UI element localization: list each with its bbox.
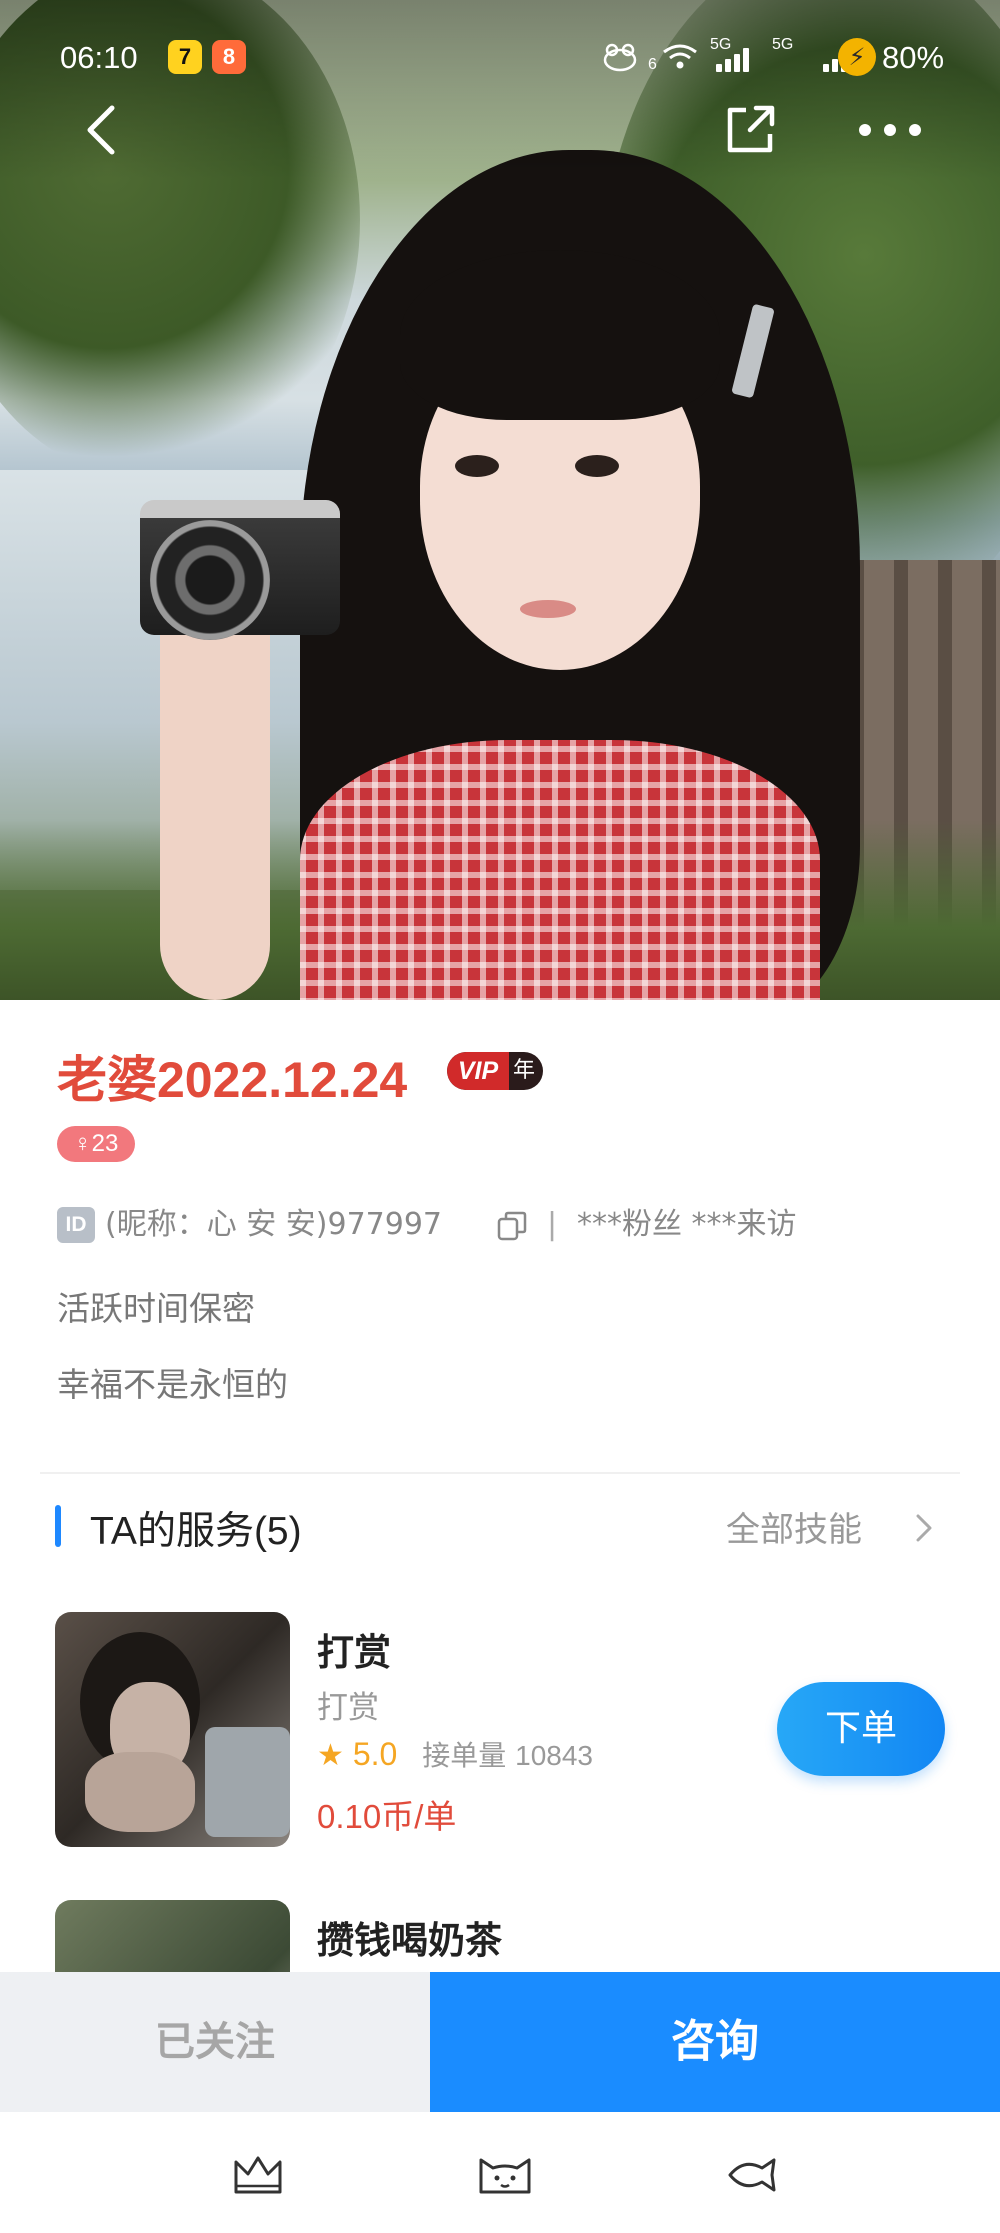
system-nav-bar [0, 2112, 1000, 2233]
network-label: 6 [648, 56, 657, 73]
copy-icon[interactable] [497, 1211, 527, 1241]
top-shade [0, 0, 1000, 180]
fans-visits-text: ***粉丝 ***来访 [577, 1207, 797, 1242]
network-label: 5G [772, 36, 794, 53]
orders-count: 10843 [515, 1740, 593, 1771]
signature-text: 幸福不是永恒的 [57, 1365, 288, 1404]
follow-button[interactable]: 已关注 [0, 1972, 430, 2112]
chevron-right-icon[interactable] [908, 1510, 938, 1546]
vip-badge: VIP 年 [447, 1052, 543, 1090]
service-rating: 5.0 [352, 1736, 398, 1772]
signal-bars-icon [712, 42, 752, 72]
service-item[interactable]: 打赏 打赏 ★ 5.0 接单量 10843 0.10币/单 下单 [55, 1612, 955, 1847]
camera-lens [150, 520, 270, 640]
user-id-text: (昵称：心 安 安)977997 [105, 1207, 443, 1242]
frog-icon [603, 43, 637, 72]
section-accent-bar [55, 1505, 61, 1547]
service-subtitle: 打赏 [317, 1690, 379, 1726]
section-divider [40, 1472, 960, 1474]
app-notification-icon: 8 [212, 40, 246, 74]
more-icon[interactable] [855, 110, 925, 150]
service-stats: ★ 5.0 接单量 10843 [317, 1734, 593, 1774]
status-bar: 06:10 7 8 6 5G 5G ⚡ 80% [0, 30, 1000, 90]
thumb-hand [85, 1752, 195, 1832]
wifi-icon [663, 44, 697, 69]
consult-button[interactable]: 咨询 [430, 1972, 1000, 2112]
cat-face-icon[interactable] [475, 2152, 535, 2198]
order-button[interactable]: 下单 [777, 1682, 945, 1776]
services-title: TA的服务(5) [90, 1510, 302, 1553]
id-tag-icon: ID [57, 1207, 95, 1243]
thumb-phone [205, 1727, 290, 1837]
service-name: 攒钱喝奶茶 [317, 1919, 502, 1962]
id-separator: | [547, 1207, 558, 1242]
all-skills-link[interactable]: 全部技能 [726, 1502, 862, 1551]
portrait-bangs [400, 250, 720, 420]
app-notification-icon: 7 [168, 40, 202, 74]
battery-percent: 80% [882, 40, 945, 75]
service-name: 打赏 [317, 1631, 391, 1674]
status-time: 06:10 [60, 40, 138, 75]
active-time-text: 活跃时间保密 [57, 1289, 255, 1328]
portrait-plaid-shirt [300, 740, 820, 1000]
orders-label: 接单量 [422, 1739, 507, 1772]
portrait-eye-left [455, 455, 499, 477]
crown-icon[interactable] [228, 2152, 288, 2198]
vip-period: 年 [512, 1058, 535, 1083]
share-icon[interactable] [720, 100, 780, 160]
profile-cover-photo [0, 0, 1000, 1000]
service-price: 0.10币/单 [317, 1798, 457, 1835]
bottom-action-bar: 已关注 咨询 [0, 1972, 1000, 2112]
fish-icon[interactable] [722, 2152, 782, 2198]
service-thumbnail [55, 1612, 290, 1847]
back-icon[interactable] [76, 100, 126, 160]
vip-label: VIP [447, 1052, 509, 1090]
star-icon: ★ [317, 1738, 344, 1773]
battery-charging-icon: ⚡ [838, 38, 876, 76]
profile-name: 老婆2022.12.24 [57, 1052, 408, 1108]
portrait-lips [520, 600, 576, 618]
gender-age-badge: ♀23 [57, 1126, 135, 1162]
id-row: ID (昵称：心 安 安)977997 | ***粉丝 ***来访 [57, 1205, 957, 1245]
portrait-eye-right [575, 455, 619, 477]
